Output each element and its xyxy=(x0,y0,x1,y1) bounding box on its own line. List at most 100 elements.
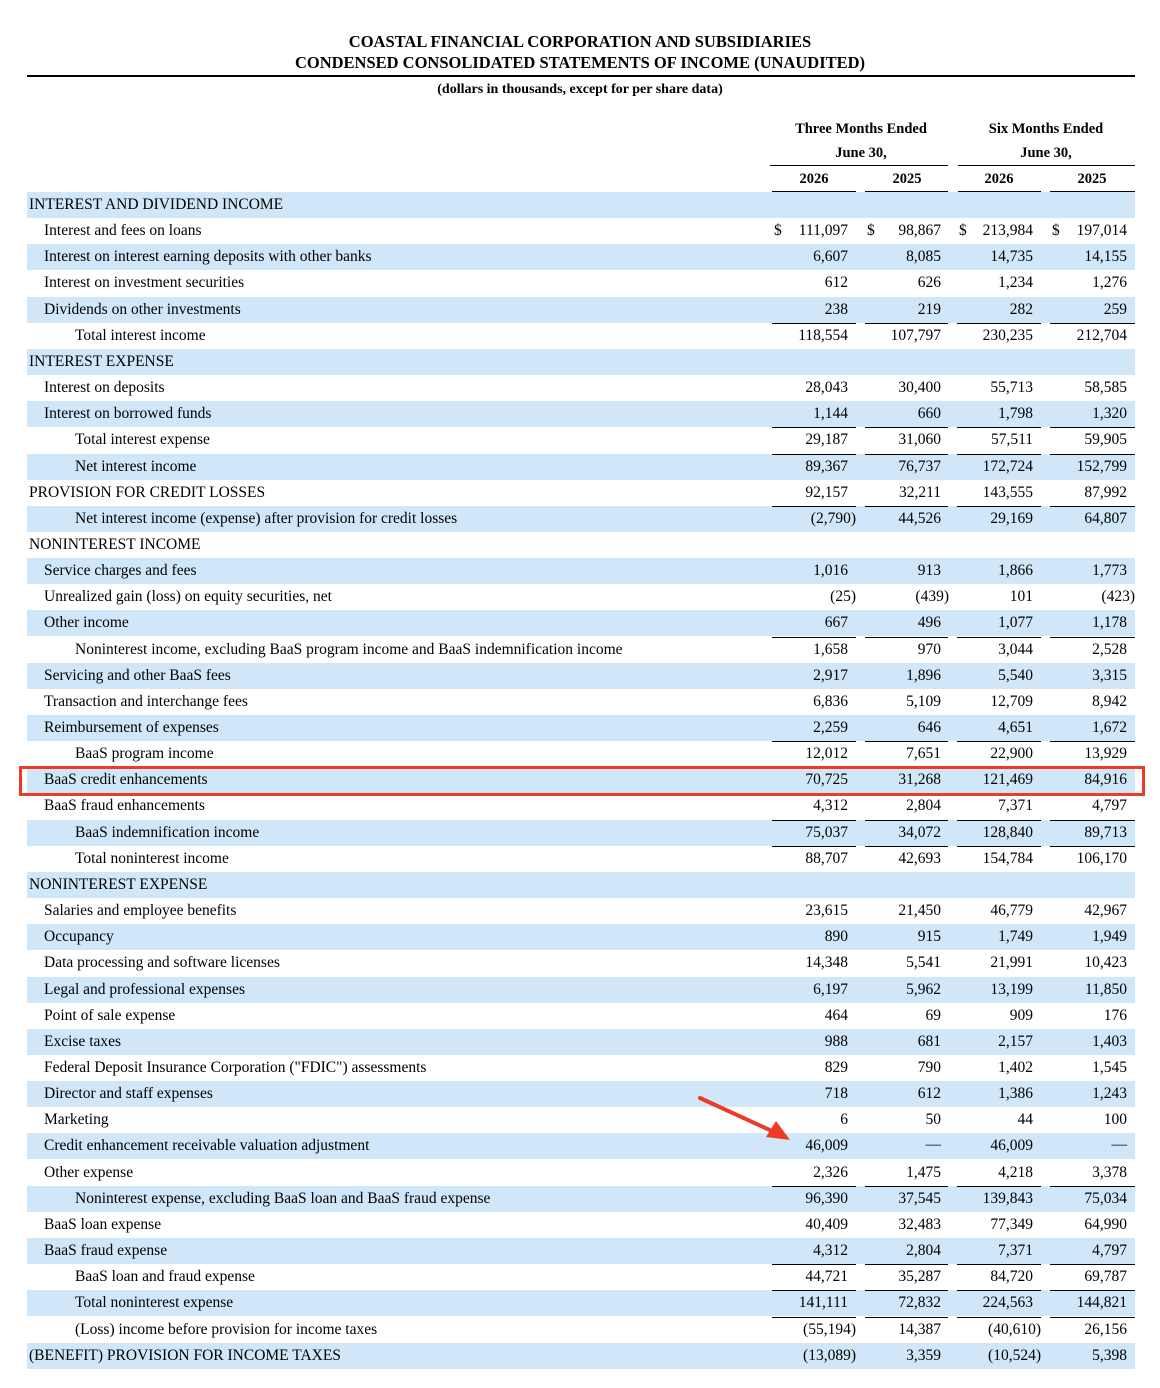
value-cell: $213,984 xyxy=(957,218,1041,243)
table-row: Net interest income (expense) after prov… xyxy=(27,505,1135,532)
value-number: 913 xyxy=(917,562,941,580)
value-number: 1,658 xyxy=(813,640,848,658)
value-number: 915 xyxy=(917,928,941,946)
value-number: 829 xyxy=(824,1058,848,1076)
value-cell: 106,170 xyxy=(1050,845,1135,872)
value-cell: 1,949 xyxy=(1050,924,1135,949)
value-number: 44 xyxy=(1017,1111,1034,1129)
row-label: Marketing xyxy=(44,1111,109,1129)
value-number: 14,348 xyxy=(805,954,848,972)
value-cell: 4,218 xyxy=(957,1160,1041,1185)
value-number: 144,821 xyxy=(1076,1294,1127,1312)
row-label: BaaS loan and fraud expense xyxy=(75,1268,255,1286)
row-label: Other income xyxy=(44,614,129,632)
value-cell: 32,211 xyxy=(865,480,948,505)
value-number: (10,524) xyxy=(988,1346,1041,1364)
value-number: (55,194) xyxy=(803,1320,856,1338)
value-cell: 84,720 xyxy=(957,1264,1041,1290)
row-label: Reimbursement of expenses xyxy=(44,719,219,736)
row-label: Credit enhancement receivable valuation … xyxy=(44,1137,370,1155)
value-number: 5,109 xyxy=(906,692,941,710)
value-number: 7,651 xyxy=(906,745,941,763)
value-cell: (25) xyxy=(772,584,856,609)
value-number: 1,144 xyxy=(813,405,848,423)
value-number: 118,554 xyxy=(798,326,848,344)
value-cell: 144,821 xyxy=(1050,1290,1135,1316)
table-row: (Loss) income before provision for incom… xyxy=(27,1316,1135,1343)
value-number: 6,607 xyxy=(813,248,848,266)
value-cell: 1,016 xyxy=(772,558,856,583)
col-group-three-months: Three Months Ended xyxy=(795,121,927,137)
value-cell: 89,713 xyxy=(1050,819,1135,846)
table-row: Interest on interest earning deposits wi… xyxy=(27,244,1135,271)
section-heading: (BENEFIT) PROVISION FOR INCOME TAXES xyxy=(29,1346,341,1364)
table-row: Service charges and fees 1,016 913 1,866 1,7… xyxy=(27,558,1135,585)
table-row: Noninterest expense, excluding BaaS loan… xyxy=(27,1185,1135,1212)
row-label: Total noninterest expense xyxy=(75,1294,234,1312)
value-cell: 1,475 xyxy=(865,1160,948,1185)
row-label: Dividends on other investments xyxy=(44,300,241,318)
table-row: Federal Deposit Insurance Corporation ("… xyxy=(27,1055,1135,1081)
value-number: 92,157 xyxy=(805,483,848,501)
value-cell: 660 xyxy=(865,401,948,426)
value-number: 76,737 xyxy=(898,457,941,475)
value-number: 12,012 xyxy=(805,745,848,763)
value-number: 59,905 xyxy=(1084,431,1127,449)
value-number: 626 xyxy=(917,274,941,292)
value-cell: 12,709 xyxy=(957,689,1041,714)
value-number: 141,111 xyxy=(798,1294,848,1312)
currency-symbol: $ xyxy=(959,222,967,240)
value-number: 660 xyxy=(917,405,941,423)
value-number: 77,349 xyxy=(990,1215,1033,1233)
value-number: 212,704 xyxy=(1076,326,1127,344)
value-cell: 10,423 xyxy=(1050,950,1135,975)
row-label: BaaS fraud enhancements xyxy=(44,797,205,815)
col-group-six-months: Six Months Ended xyxy=(988,121,1104,137)
value-cell: 69,787 xyxy=(1050,1264,1135,1290)
value-cell: 87,992 xyxy=(1050,480,1135,505)
value-cell: 32,483 xyxy=(865,1212,948,1237)
row-label: Total interest income xyxy=(75,326,206,344)
value-cell: 970 xyxy=(865,636,948,663)
value-number: 238 xyxy=(824,300,848,318)
value-cell: 2,917 xyxy=(772,663,856,688)
value-cell: 44 xyxy=(957,1107,1041,1132)
row-label: Legal and professional expenses xyxy=(44,980,246,998)
value-cell: 1,243 xyxy=(1050,1081,1135,1106)
value-number: 21,450 xyxy=(898,902,941,919)
value-number: 6,836 xyxy=(813,692,848,710)
value-cell: 2,804 xyxy=(865,793,948,818)
value-cell: 8,942 xyxy=(1050,689,1135,714)
value-cell: 75,037 xyxy=(772,819,856,846)
value-cell: (2,790) xyxy=(772,505,856,532)
value-number: 646 xyxy=(917,719,941,736)
value-number: 44,721 xyxy=(805,1268,848,1286)
value-number: (13,089) xyxy=(803,1346,856,1364)
value-number: (25) xyxy=(830,588,856,606)
value-number: 89,367 xyxy=(805,457,848,475)
value-cell: 1,545 xyxy=(1050,1055,1135,1080)
value-number: 8,085 xyxy=(906,248,941,266)
table-row: Total interest income 118,554 107,797 230,2… xyxy=(27,322,1135,349)
value-number: 7,371 xyxy=(998,1242,1033,1259)
value-number: 154,784 xyxy=(982,849,1033,867)
value-number: 89,713 xyxy=(1084,823,1127,841)
value-cell: 626 xyxy=(865,270,948,295)
value-number: 107,797 xyxy=(890,326,941,344)
value-number: 139,843 xyxy=(982,1189,1033,1207)
value-cell: 139,843 xyxy=(957,1185,1041,1212)
value-number: 1,798 xyxy=(998,405,1033,423)
value-cell: $98,867 xyxy=(865,218,948,243)
value-cell: 14,348 xyxy=(772,950,856,975)
value-number: 32,483 xyxy=(898,1215,941,1233)
value-number: 172,724 xyxy=(982,457,1033,475)
value-number: 909 xyxy=(1009,1006,1033,1024)
value-cell: 59,905 xyxy=(1050,427,1135,453)
value-number: 64,990 xyxy=(1084,1215,1127,1233)
value-cell: 259 xyxy=(1050,297,1135,322)
value-number: 72,832 xyxy=(898,1294,941,1312)
table-row: Marketing 6 50 44 100 xyxy=(27,1107,1135,1133)
value-number: 21,991 xyxy=(990,954,1033,972)
value-cell: 1,798 xyxy=(957,401,1041,426)
value-cell: 5,398 xyxy=(1050,1343,1135,1368)
